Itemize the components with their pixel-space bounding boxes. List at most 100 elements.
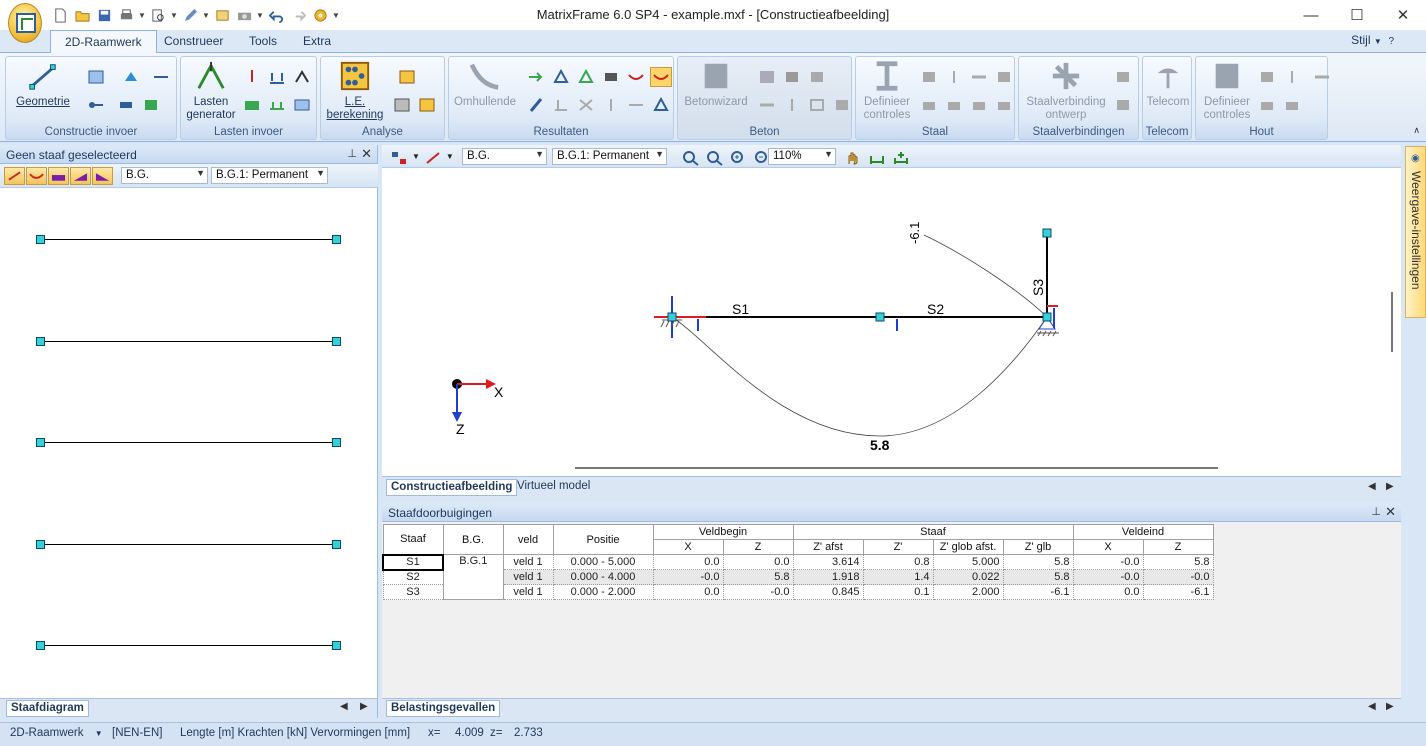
calc-report-icon[interactable] bbox=[391, 95, 413, 115]
view-select-icon[interactable] bbox=[388, 148, 410, 168]
camera-icon[interactable] bbox=[234, 6, 254, 24]
betonwizard-button[interactable]: Betonwizard bbox=[680, 59, 752, 109]
load-case-select[interactable]: B.G.1: Permanent ▼ bbox=[211, 167, 328, 184]
col-veld[interactable]: veld bbox=[502, 524, 554, 555]
load-group-select[interactable]: B.G. ▼ bbox=[121, 167, 208, 184]
tab-next-icon[interactable]: ▶ bbox=[1386, 481, 1394, 492]
member-diagram-row[interactable] bbox=[36, 641, 341, 651]
col-z-afst[interactable]: Z' afst bbox=[792, 539, 864, 555]
cell-staaf[interactable]: S1 bbox=[382, 553, 444, 571]
tab-extra[interactable]: Extra bbox=[289, 30, 345, 52]
tab-virtueel-model[interactable]: Virtueel model bbox=[513, 479, 594, 496]
edit-icon[interactable] bbox=[180, 6, 200, 24]
print-dropdown-icon[interactable]: ▼ bbox=[138, 11, 146, 20]
profile-icon[interactable] bbox=[80, 67, 112, 87]
pin-icon[interactable]: ⊥ bbox=[1371, 505, 1381, 518]
tab-prev-icon[interactable]: ◀ bbox=[1368, 701, 1376, 712]
customize-toolbar-icon[interactable]: ▼ bbox=[332, 11, 340, 20]
tab-prev-icon[interactable]: ◀ bbox=[1368, 481, 1376, 492]
collapse-ribbon-icon[interactable]: ∧ bbox=[1413, 125, 1420, 136]
col-z-prime[interactable]: Z' bbox=[862, 539, 934, 555]
tab-prev-icon[interactable]: ◀ bbox=[340, 701, 348, 712]
maximize-button[interactable]: ☐ bbox=[1334, 0, 1380, 30]
view-load-group-select[interactable]: B.G. ▼ bbox=[462, 148, 547, 165]
member-diagram-row[interactable] bbox=[36, 438, 341, 448]
distributed-load-icon[interactable] bbox=[241, 95, 263, 115]
tab-2d-raamwerk[interactable]: 2D-Raamwerk bbox=[50, 30, 157, 53]
col-staaf[interactable]: Staaf bbox=[382, 524, 444, 555]
member-select-icon[interactable] bbox=[422, 148, 444, 168]
support-icon[interactable] bbox=[115, 67, 147, 87]
settings-icon[interactable] bbox=[310, 6, 330, 24]
structure-canvas[interactable]: S1 S2 S3 5.8 -6.1 X Z bbox=[382, 168, 1385, 461]
node-icon[interactable] bbox=[80, 95, 112, 115]
shear-force-icon[interactable] bbox=[575, 67, 597, 87]
view-select-dropdown-icon[interactable]: ▼ bbox=[412, 148, 420, 168]
print-icon[interactable] bbox=[116, 6, 136, 24]
zoom-window-icon[interactable] bbox=[680, 148, 702, 168]
vz-diagram-icon[interactable] bbox=[70, 167, 91, 185]
hout-definieer-controles-button[interactable]: Definieer controles bbox=[1198, 59, 1256, 122]
col-z-glob-afst[interactable]: Z' glob afst. bbox=[932, 539, 1004, 555]
tab-next-icon[interactable]: ▶ bbox=[360, 701, 368, 712]
horizontal-scrollbar[interactable] bbox=[382, 461, 1385, 476]
dimension-plus-icon[interactable] bbox=[890, 148, 912, 168]
close-panel-icon[interactable]: ✕ bbox=[361, 146, 372, 162]
tab-staafdiagram[interactable]: Staafdiagram bbox=[6, 700, 89, 717]
geometrie-button[interactable]: Geometrie bbox=[12, 59, 74, 109]
lasten-generator-button[interactable]: Lasten generator bbox=[185, 59, 237, 122]
deflection-diagram-icon[interactable] bbox=[4, 167, 25, 185]
script-icon[interactable] bbox=[212, 6, 232, 24]
member-select-dropdown-icon[interactable]: ▼ bbox=[446, 148, 454, 168]
tab-belastingsgevallen[interactable]: Belastingsgevallen bbox=[386, 700, 501, 717]
col-z-glb[interactable]: Z' glb bbox=[1002, 539, 1074, 555]
telecom-button[interactable]: Telecom bbox=[1145, 59, 1191, 109]
col-bg[interactable]: B.G. bbox=[442, 524, 504, 555]
section-icon[interactable] bbox=[140, 95, 162, 115]
staalverbinding-ontwerp-button[interactable]: Staalverbinding ontwerp bbox=[1021, 59, 1111, 122]
deflection-icon[interactable] bbox=[625, 67, 647, 87]
omhullende-button[interactable]: Omhullende bbox=[451, 59, 519, 109]
le-berekening-button[interactable]: L.E. berekening bbox=[323, 59, 387, 122]
line-load-icon[interactable] bbox=[266, 67, 288, 87]
table-row[interactable]: S1 B.G.1 veld 1 0.000 - 5.000 0.0 0.0 3.… bbox=[382, 553, 1214, 600]
edit-dropdown-icon[interactable]: ▼ bbox=[202, 11, 210, 20]
weergave-instellingen-tab[interactable]: ◉ Weergave-instellingen bbox=[1405, 146, 1426, 318]
camera-dropdown-icon[interactable]: ▼ bbox=[256, 11, 264, 20]
dimension-icon[interactable] bbox=[866, 148, 888, 168]
save-icon[interactable] bbox=[94, 6, 114, 24]
shape-diagram-icon[interactable] bbox=[26, 167, 47, 185]
zoom-in-icon[interactable] bbox=[728, 148, 750, 168]
col-veldbegin-x[interactable]: X bbox=[652, 539, 724, 555]
calc-check-icon[interactable] bbox=[416, 95, 438, 115]
style-menu[interactable]: Stijl ▼ ? bbox=[1351, 33, 1394, 47]
member-diagram-row[interactable] bbox=[36, 235, 341, 245]
close-window-button[interactable]: ✕ bbox=[1380, 0, 1426, 30]
moment-icon[interactable] bbox=[600, 67, 622, 87]
new-file-icon[interactable] bbox=[50, 6, 70, 24]
view-load-case-select[interactable]: B.G.1: Permanent ▼ bbox=[552, 148, 667, 165]
cell-staaf[interactable]: S2 bbox=[382, 569, 444, 585]
table-row[interactable]: S2 veld 1 0.000 - 4.000 -0.0 5.8 1.918 1… bbox=[382, 569, 1214, 585]
tab-next-icon[interactable]: ▶ bbox=[1386, 701, 1394, 712]
table-row[interactable]: S3 veld 1 0.000 - 2.000 0.0 -0.0 0.845 0… bbox=[382, 584, 1214, 600]
stress-icon[interactable] bbox=[525, 95, 547, 115]
tab-tools[interactable]: Tools bbox=[235, 30, 291, 52]
pan-hand-icon[interactable] bbox=[842, 148, 864, 168]
moment-load-icon[interactable] bbox=[291, 67, 313, 87]
tab-construeer[interactable]: Construeer bbox=[150, 30, 237, 52]
spring-icon[interactable] bbox=[115, 95, 137, 115]
reaction-forces-icon[interactable] bbox=[525, 67, 547, 87]
deflection-active-icon[interactable] bbox=[650, 67, 672, 87]
print-preview-icon[interactable] bbox=[148, 6, 168, 24]
zoom-select[interactable]: 110% ▼ bbox=[768, 148, 836, 165]
col-positie[interactable]: Positie bbox=[552, 524, 654, 555]
close-panel-icon[interactable]: ✕ bbox=[1385, 504, 1396, 520]
nx-diagram-icon[interactable] bbox=[48, 167, 69, 185]
staal-definieer-controles-button[interactable]: Definieer controles bbox=[858, 59, 916, 122]
redo-icon[interactable] bbox=[288, 6, 308, 24]
col-veldeind-x[interactable]: X bbox=[1072, 539, 1144, 555]
cell-staaf[interactable]: S3 bbox=[382, 584, 444, 600]
calc-settings-icon[interactable] bbox=[391, 67, 423, 87]
col-veldeind-z[interactable]: Z bbox=[1142, 539, 1214, 555]
